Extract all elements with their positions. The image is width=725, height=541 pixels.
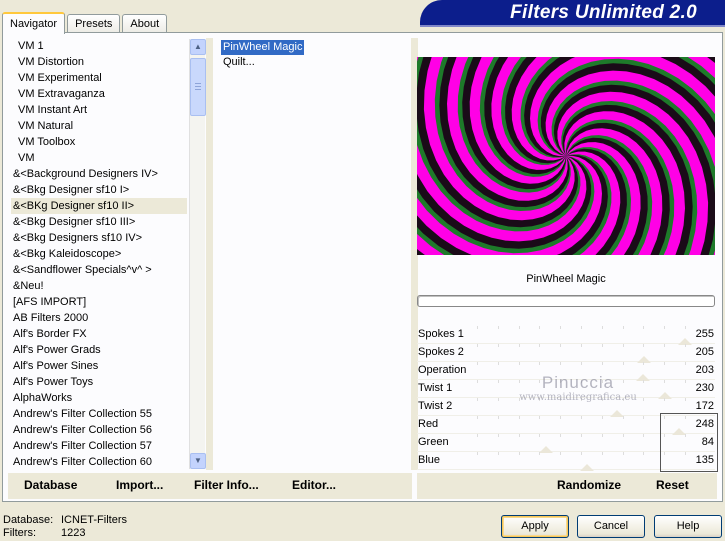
category-item[interactable]: Andrew's Filter Collection 60 xyxy=(11,454,187,468)
slider-value: 255 xyxy=(695,328,714,340)
randomize-button[interactable]: Randomize xyxy=(557,478,621,492)
cancel-button[interactable]: Cancel xyxy=(577,515,645,538)
slider-label: Blue xyxy=(418,454,441,466)
category-item[interactable]: &<Bkg Designer sf10 III> xyxy=(11,214,187,230)
category-item[interactable]: Alf's Power Grads xyxy=(11,342,187,358)
preview-image xyxy=(417,57,715,255)
editor-button[interactable]: Editor... xyxy=(292,478,336,492)
category-item[interactable]: AlphaWorks xyxy=(11,390,187,406)
category-item[interactable]: VM Toolbox xyxy=(11,134,187,150)
tab-presets[interactable]: Presets xyxy=(67,14,121,33)
slider-track[interactable] xyxy=(477,452,686,471)
scroll-thumb[interactable] xyxy=(190,58,206,116)
category-item[interactable]: VM 1 xyxy=(11,38,187,54)
category-item[interactable]: VM xyxy=(11,150,187,166)
category-item[interactable]: Andrew's Filter Collection 56 xyxy=(11,422,187,438)
slider-row: Twist 1 230 xyxy=(417,380,715,399)
database-value: ICNET-Filters xyxy=(61,514,127,526)
filter-item[interactable]: PinWheel Magic xyxy=(221,40,305,55)
category-item[interactable]: AB Filters 2000 xyxy=(11,310,187,326)
slider-value: 203 xyxy=(695,364,714,376)
status-area: Database: ICNET-Filters Filters: 1223 xyxy=(3,514,127,540)
title-banner: Filters Unlimited 2.0 xyxy=(420,0,725,27)
slider-track[interactable] xyxy=(477,434,686,453)
slider-row: Spokes 1 255 xyxy=(417,326,715,345)
slider-value: 172 xyxy=(695,400,714,412)
category-item[interactable]: VM Extravaganza xyxy=(11,86,187,102)
slider-value: 230 xyxy=(695,382,714,394)
category-scrollbar[interactable]: ▲ ▼ xyxy=(189,39,206,469)
category-item[interactable]: &<Sandflower Specials^v^ > xyxy=(11,262,187,278)
apply-button[interactable]: Apply xyxy=(501,515,569,538)
pane-divider xyxy=(206,38,213,470)
category-item[interactable]: &<Bkg Designer sf10 I> xyxy=(11,182,187,198)
slider-track[interactable] xyxy=(477,398,686,417)
slider-track[interactable] xyxy=(477,326,692,345)
slider-track[interactable] xyxy=(477,344,686,363)
slider-label: Spokes 2 xyxy=(418,346,464,358)
category-list[interactable]: VM 1 VM Distortion VM Experimental VM Extra… xyxy=(11,38,187,468)
pinwheel-preview xyxy=(417,57,715,255)
app-title: Filters Unlimited 2.0 xyxy=(510,2,697,23)
help-button[interactable]: Help xyxy=(654,515,722,538)
slider-row: Spokes 2 205 xyxy=(417,344,715,363)
filters-count-value: 1223 xyxy=(61,527,86,539)
import-button[interactable]: Import... xyxy=(116,478,163,492)
main-panel: VM 1 VM Distortion VM Experimental VM Extra… xyxy=(2,32,723,502)
slider-thumb[interactable] xyxy=(580,464,595,471)
scroll-up-button[interactable]: ▲ xyxy=(190,39,206,55)
slider-track[interactable] xyxy=(477,380,686,399)
filter-item[interactable]: Quilt... xyxy=(221,55,257,70)
tab-about[interactable]: About xyxy=(122,14,168,33)
slider-value: 205 xyxy=(695,346,714,358)
slider-label: Spokes 1 xyxy=(418,328,464,340)
category-item[interactable]: VM Experimental xyxy=(11,70,187,86)
filter-list[interactable]: PinWheel Magic Quilt... xyxy=(221,40,411,70)
category-item[interactable]: Alf's Border FX xyxy=(11,326,187,342)
slider-label: Green xyxy=(418,436,449,448)
right-toolbar: Randomize Reset xyxy=(417,473,717,499)
category-item[interactable]: Andrew's Filter Collection 57 xyxy=(11,438,187,454)
tab-bar: Navigator Presets About xyxy=(2,11,169,34)
value-highlight-box xyxy=(660,413,718,472)
database-button[interactable]: Database xyxy=(24,478,77,492)
slider-label: Red xyxy=(418,418,439,430)
database-label: Database: xyxy=(3,514,54,526)
category-item[interactable]: &<Bkg Kaleidoscope> xyxy=(11,246,187,262)
slider-track[interactable] xyxy=(477,416,687,435)
slider-label: Twist 1 xyxy=(418,382,453,394)
tab-navigator[interactable]: Navigator xyxy=(2,12,66,34)
category-item[interactable]: VM Distortion xyxy=(11,54,187,70)
scroll-down-button[interactable]: ▼ xyxy=(190,453,206,469)
category-item[interactable]: Andrew's Filter Collection 55 xyxy=(11,406,187,422)
reset-button[interactable]: Reset xyxy=(656,478,689,492)
preview-caption: PinWheel Magic xyxy=(526,273,606,285)
category-item[interactable]: VM Instant Art xyxy=(11,102,187,118)
filter-info-button[interactable]: Filter Info... xyxy=(194,478,259,492)
slider-label: Operation xyxy=(418,364,467,376)
category-item[interactable]: [AFS IMPORT] xyxy=(11,294,187,310)
category-item[interactable]: &Neu! xyxy=(11,278,187,294)
category-item[interactable]: Alf's Power Toys xyxy=(11,374,187,390)
slider-label: Twist 2 xyxy=(418,400,453,412)
slider-row: Operation 203 xyxy=(417,362,715,381)
category-item[interactable]: Alf's Power Sines xyxy=(11,358,187,374)
progress-bar xyxy=(417,295,715,307)
slider-track[interactable] xyxy=(477,362,686,381)
category-item[interactable]: &<BKg Designer sf10 II> xyxy=(11,198,187,214)
category-item[interactable]: &<Bkg Designers sf10 IV> xyxy=(11,230,187,246)
category-item[interactable]: VM Natural xyxy=(11,118,187,134)
category-item[interactable]: &<Background Designers IV> xyxy=(11,166,187,182)
filters-count-label: Filters: xyxy=(3,527,36,539)
left-toolbar: Database Import... Filter Info... Editor… xyxy=(8,473,412,499)
